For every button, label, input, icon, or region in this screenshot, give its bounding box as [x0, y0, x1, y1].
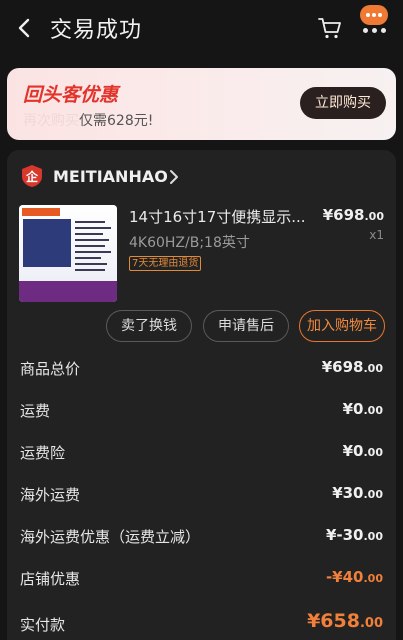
summary-row-shipping: 运费 ¥0.00	[20, 400, 383, 420]
return-policy-badge: 7天无理由退货	[129, 256, 202, 271]
buy-now-button[interactable]: 立即购买	[300, 87, 386, 119]
product-name[interactable]: 14寸16寸17寸便携显示...	[129, 206, 319, 227]
promo-subtitle: 再次购买仅需628元!	[23, 110, 153, 130]
page-title: 交易成功	[50, 18, 143, 43]
product-thumbnail[interactable]	[19, 205, 117, 302]
more-dots-icon	[363, 28, 387, 33]
promo-subtitle-main: 仅需628元!	[79, 113, 154, 129]
product-spec: 4K60HZ/B;18英寸	[129, 235, 250, 251]
order-card: 企 MEITIANHAO 14寸16寸17寸便携显示... 4K60HZ/B;1…	[7, 150, 396, 640]
message-badge-icon	[360, 5, 388, 25]
summary-row-subtotal: 商品总价 ¥698.00	[20, 358, 383, 378]
shop-name[interactable]: MEITIANHAO	[53, 167, 168, 186]
add-to-cart-button[interactable]: 加入购物车	[299, 310, 385, 342]
more-menu-button[interactable]	[360, 5, 390, 35]
returning-customer-promo: 回头客优惠 再次购买仅需628元! 立即购买	[7, 68, 396, 140]
back-arrow-icon[interactable]	[12, 14, 38, 42]
shopping-cart-icon[interactable]	[318, 16, 342, 40]
promo-title: 回头客优惠	[23, 84, 119, 106]
product-quantity: x1	[369, 228, 384, 242]
svg-text:企: 企	[25, 169, 39, 184]
sell-button[interactable]: 卖了换钱	[106, 310, 192, 342]
product-price: ¥698.00	[322, 206, 384, 224]
promo-subtitle-prefix: 再次购买	[23, 113, 79, 129]
top-bar: 交易成功	[0, 0, 403, 58]
summary-row-shipping-insurance: 运费险 ¥0.00	[20, 442, 383, 462]
shop-logo-icon: 企	[22, 165, 42, 187]
after-sale-button[interactable]: 申请售后	[203, 310, 289, 342]
summary-row-overseas-shipping: 海外运费 ¥30.00	[20, 484, 383, 504]
summary-row-overseas-discount: 海外运费优惠（运费立减） ¥-30.00	[20, 526, 383, 546]
chevron-right-icon[interactable]	[168, 169, 180, 185]
summary-row-paid: 实付款 ¥658.00	[20, 610, 383, 634]
summary-row-shop-discount: 店铺优惠 -¥40.00	[20, 568, 383, 588]
